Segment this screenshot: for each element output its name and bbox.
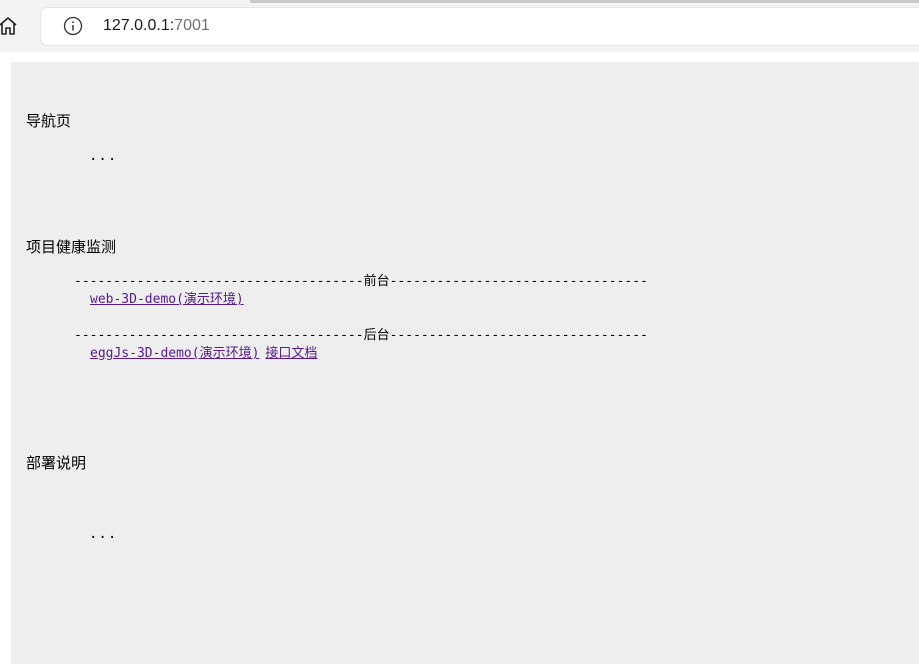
frontend-links: web-3D-demo(演示环境)	[90, 292, 244, 308]
tab-strip-edge	[250, 0, 919, 3]
deploy-content: ...	[89, 526, 118, 542]
nav-heading: 导航页	[26, 112, 72, 130]
deploy-heading: 部署说明	[26, 454, 87, 472]
url-port: 7001	[174, 17, 210, 34]
browser-toolbar: 127.0.0.1:7001	[0, 0, 919, 52]
eggjs-3d-demo-link[interactable]: eggJs-3D-demo(演示环境)	[90, 346, 259, 361]
web-3d-demo-link[interactable]: web-3D-demo(演示环境)	[90, 292, 244, 307]
url-host: 127.0.0.1:	[103, 17, 175, 34]
nav-content: ...	[89, 148, 118, 164]
address-bar[interactable]: 127.0.0.1:7001	[41, 8, 919, 45]
frontend-divider: -------------------------------------前台-…	[74, 274, 648, 289]
page-content: 导航页 ... 项目健康监测 -------------------------…	[11, 62, 919, 664]
health-heading: 项目健康监测	[26, 238, 117, 256]
info-icon[interactable]	[63, 16, 83, 36]
backend-divider: -------------------------------------后台-…	[74, 328, 648, 343]
home-icon[interactable]	[0, 14, 20, 38]
url-text[interactable]: 127.0.0.1:7001	[103, 16, 210, 36]
api-docs-link[interactable]: 接口文档	[265, 346, 317, 361]
page-viewport: 导航页 ... 项目健康监测 -------------------------…	[0, 52, 919, 664]
backend-links: eggJs-3D-demo(演示环境) 接口文档	[90, 346, 317, 362]
